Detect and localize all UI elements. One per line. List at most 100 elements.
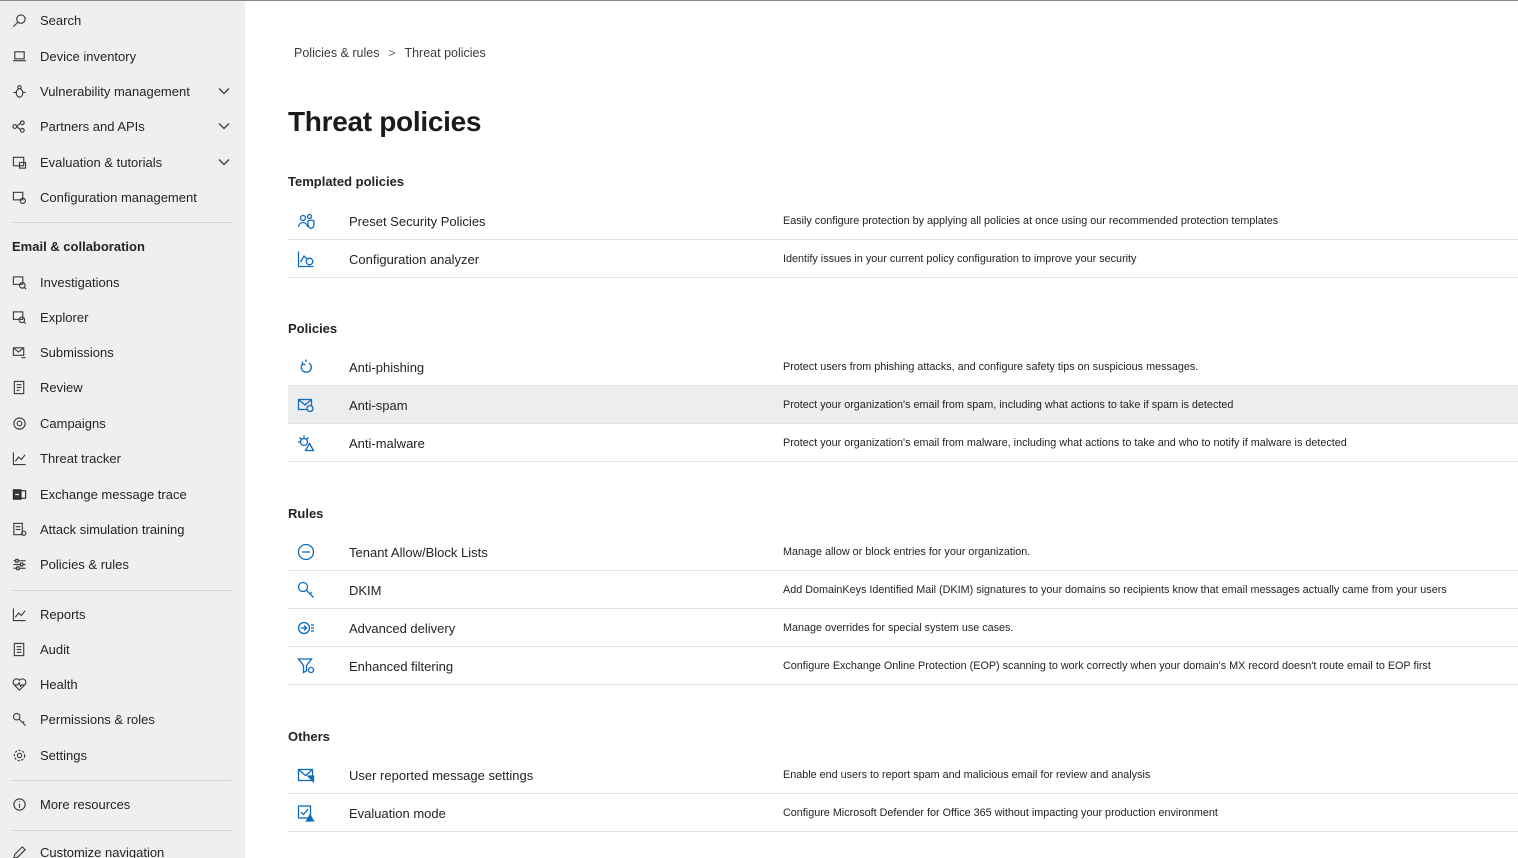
breadcrumb-current: Threat policies (404, 46, 486, 60)
row-preset-security-policies[interactable]: Preset Security Policies Easily configur… (288, 202, 1518, 240)
sidebar-item-exchange-message-trace[interactable]: Exchange message trace (0, 479, 245, 509)
review-icon (11, 379, 27, 395)
key-search-icon (297, 581, 315, 599)
sidebar-item-audit[interactable]: Audit (0, 634, 245, 664)
investigations-icon (11, 274, 27, 290)
row-evaluation-mode[interactable]: Evaluation mode Configure Microsoft Defe… (288, 794, 1518, 832)
sidebar-item-label: Review (40, 379, 83, 395)
sliders-icon (11, 556, 27, 572)
exchange-icon (11, 486, 27, 502)
filter-icon (297, 657, 315, 675)
row-description: Enable end users to report spam and mali… (783, 769, 1151, 781)
sidebar-item-label: Device inventory (40, 48, 137, 64)
block-icon (297, 543, 315, 561)
row-name: Anti-malware (349, 436, 425, 451)
row-description: Identify issues in your current policy c… (783, 253, 1137, 265)
chart-line-icon (11, 450, 27, 466)
row-description: Protect your organization's email from m… (783, 437, 1347, 449)
sidebar-item-settings[interactable]: Settings (0, 740, 245, 770)
sidebar-item-review[interactable]: Review (0, 372, 245, 402)
row-anti-phishing[interactable]: Anti-phishing Protect users from phishin… (288, 348, 1518, 386)
sidebar-item-label: Permissions & roles (40, 711, 155, 727)
gear-icon (11, 747, 27, 763)
laptop-icon (11, 48, 27, 64)
sidebar-item-search[interactable]: Search (0, 5, 245, 35)
sidebar-item-policies-rules[interactable]: Policies & rules (0, 549, 245, 579)
row-name: Enhanced filtering (349, 659, 454, 674)
row-name: Anti-phishing (349, 360, 425, 375)
sidebar-item-device-inventory[interactable]: Device inventory (0, 41, 245, 71)
bug-icon (11, 83, 27, 99)
row-description: Manage overrides for special system use … (783, 622, 1014, 634)
sidebar-item-label: Vulnerability management (40, 83, 190, 99)
sidebar-item-label: More resources (40, 796, 131, 812)
sidebar-item-permissions-roles[interactable]: Permissions & roles (0, 704, 245, 734)
section-templated-policies: Templated policies (288, 174, 405, 189)
sidebar-item-label: Customize navigation (40, 844, 165, 858)
sidebar-divider (12, 222, 231, 223)
sidebar-item-label: Attack simulation training (40, 521, 185, 537)
row-name: Preset Security Policies (349, 214, 486, 229)
sidebar-item-label: Reports (40, 606, 86, 622)
sidebar-item-label: Campaigns (40, 415, 106, 431)
sidebar-item-investigations[interactable]: Investigations (0, 267, 245, 297)
chevron-down-icon[interactable] (217, 84, 231, 98)
target-icon (11, 415, 27, 431)
breadcrumb-link-policies-rules[interactable]: Policies & rules (294, 46, 379, 60)
search-icon (11, 12, 27, 28)
row-name: Configuration analyzer (349, 252, 480, 267)
row-description: Protect your organization's email from s… (783, 399, 1234, 411)
explorer-icon (11, 309, 27, 325)
sidebar-item-label: Configuration management (40, 189, 197, 205)
row-enhanced-filtering[interactable]: Enhanced filtering Configure Exchange On… (288, 647, 1518, 685)
row-name: User reported message settings (349, 768, 534, 783)
row-tenant-allow-block-lists[interactable]: Tenant Allow/Block Lists Manage allow or… (288, 533, 1518, 571)
breadcrumb: Policies & rules > Threat policies (294, 46, 486, 60)
sidebar-item-configuration-management[interactable]: Configuration management (0, 182, 245, 212)
sidebar-item-label: Settings (40, 747, 87, 763)
sidebar-item-submissions[interactable]: Submissions (0, 337, 245, 367)
row-description: Protect users from phishing attacks, and… (783, 361, 1199, 373)
sidebar-item-label: Partners and APIs (40, 118, 145, 134)
row-name: Tenant Allow/Block Lists (349, 545, 488, 560)
row-description: Configure Exchange Online Protection (EO… (783, 660, 1431, 672)
section-others: Others (288, 729, 330, 744)
sidebar-item-health[interactable]: Health (0, 669, 245, 699)
sidebar-item-partners-apis[interactable]: Partners and APIs (0, 111, 245, 141)
sidebar-item-vulnerability-management[interactable]: Vulnerability management (0, 76, 245, 106)
main-content: Policies & rules > Threat policies Threa… (245, 0, 1518, 858)
sidebar-item-explorer[interactable]: Explorer (0, 302, 245, 332)
sidebar-item-reports[interactable]: Reports (0, 599, 245, 629)
sidebar-divider (12, 780, 231, 781)
row-anti-malware[interactable]: Anti-malware Protect your organization's… (288, 424, 1518, 462)
row-anti-spam[interactable]: Anti-spam Protect your organization's em… (288, 386, 1518, 424)
row-description: Add DomainKeys Identified Mail (DKIM) si… (783, 584, 1447, 596)
share-icon (11, 118, 27, 134)
simulation-icon (11, 521, 27, 537)
sidebar-item-label: Search (40, 12, 82, 28)
delivery-icon (297, 619, 315, 637)
sidebar-item-label: Audit (40, 641, 70, 657)
chevron-down-icon[interactable] (217, 119, 231, 133)
row-name: Evaluation mode (349, 806, 446, 821)
row-user-reported-message-settings[interactable]: User reported message settings Enable en… (288, 756, 1518, 794)
audit-icon (11, 641, 27, 657)
evaluation-check-icon (297, 804, 315, 822)
chevron-down-icon[interactable] (217, 155, 231, 169)
config-icon (11, 189, 27, 205)
virus-icon (297, 434, 315, 452)
sidebar-item-label: Policies & rules (40, 556, 129, 572)
row-configuration-analyzer[interactable]: Configuration analyzer Identify issues i… (288, 240, 1518, 278)
sidebar-item-campaigns[interactable]: Campaigns (0, 408, 245, 438)
row-advanced-delivery[interactable]: Advanced delivery Manage overrides for s… (288, 609, 1518, 647)
sidebar-item-attack-simulation-training[interactable]: Attack simulation training (0, 514, 245, 544)
sidebar-item-customize-navigation[interactable]: Customize navigation (0, 837, 245, 858)
sidebar-item-evaluation-tutorials[interactable]: Evaluation & tutorials (0, 147, 245, 177)
row-name: DKIM (349, 583, 382, 598)
row-dkim[interactable]: DKIM Add DomainKeys Identified Mail (DKI… (288, 571, 1518, 609)
submissions-icon (11, 344, 27, 360)
sidebar-item-more-resources[interactable]: More resources (0, 789, 245, 819)
row-name: Advanced delivery (349, 621, 456, 636)
key-icon (11, 711, 27, 727)
sidebar-item-threat-tracker[interactable]: Threat tracker (0, 443, 245, 473)
